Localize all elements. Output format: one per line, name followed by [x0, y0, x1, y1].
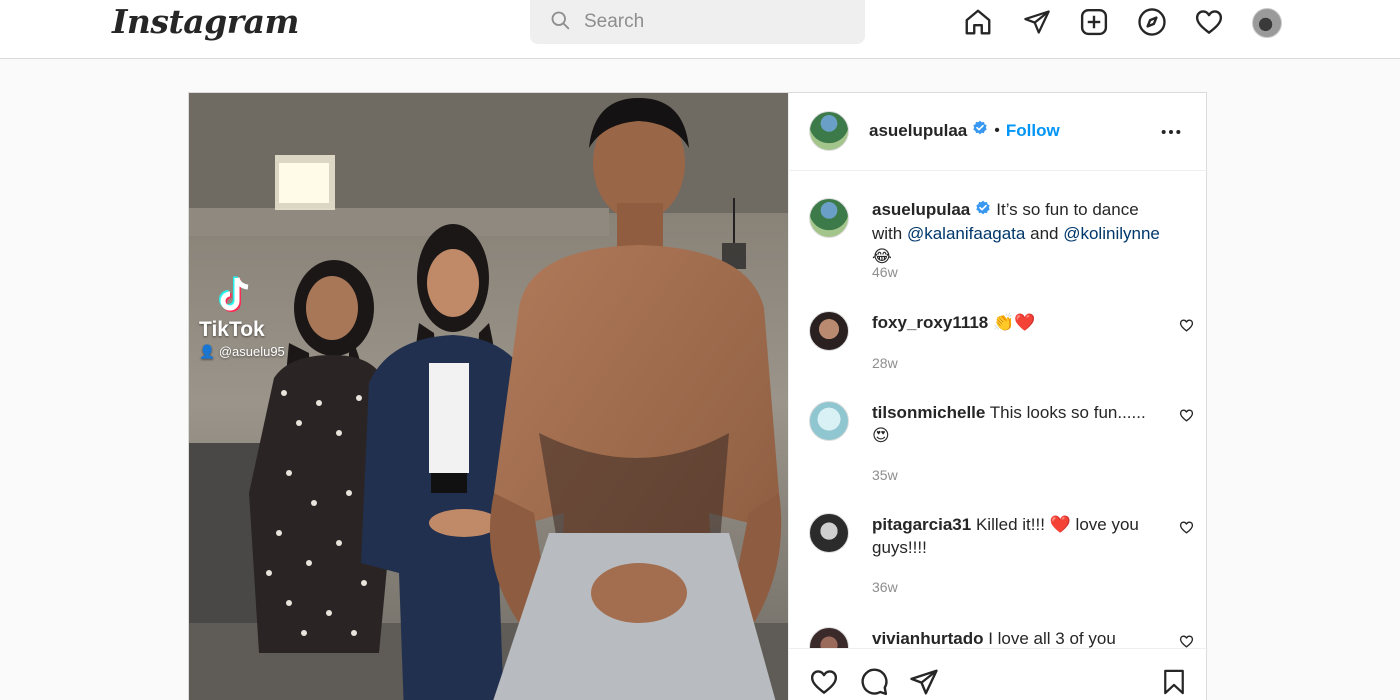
- mention-link[interactable]: @kalanifaagata: [907, 224, 1025, 243]
- like-heart-icon[interactable]: [809, 667, 839, 700]
- new-post-icon[interactable]: [1078, 6, 1110, 38]
- post-photo: [189, 93, 788, 700]
- comment-item: tilsonmichelle This looks so fun...... 😍…: [809, 401, 1194, 491]
- home-icon[interactable]: [962, 6, 994, 38]
- caption-author-avatar[interactable]: [809, 198, 849, 238]
- author-avatar[interactable]: [809, 111, 849, 151]
- post-media[interactable]: TikTok 👤 @asuelu95: [189, 93, 788, 700]
- top-navigation-bar: Instagram: [0, 0, 1400, 59]
- comment-timestamp[interactable]: 35w: [872, 467, 898, 483]
- commenter-avatar[interactable]: [809, 401, 849, 441]
- tiktok-watermark: TikTok 👤 @asuelu95: [199, 275, 285, 360]
- post-actions-bar: [789, 648, 1208, 700]
- tiktok-handle-text: @asuelu95: [218, 344, 285, 359]
- search-input[interactable]: [584, 11, 844, 33]
- post-card: TikTok 👤 @asuelu95 asuelupulaa • Follow: [188, 92, 1208, 700]
- comment-text: vivianhurtado I love all 3 of you: [872, 627, 1172, 648]
- post-caption: asuelupulaa It’s so fun to dance with @ka…: [809, 198, 1194, 288]
- post-header: asuelupulaa • Follow: [789, 93, 1208, 171]
- search-icon: [550, 10, 570, 35]
- comment-emoji: 😍: [872, 426, 890, 445]
- comment-text: pitagarcia31 Killed it!!! ❤️ love you gu…: [872, 513, 1172, 559]
- commenter-avatar[interactable]: [809, 311, 849, 351]
- user-icon: 👤: [199, 344, 216, 359]
- author-info: asuelupulaa • Follow: [869, 120, 1060, 141]
- comment-text: tilsonmichelle This looks so fun...... 😍: [872, 401, 1172, 447]
- tiktok-brand: TikTok: [199, 318, 265, 341]
- share-icon[interactable]: [909, 667, 939, 700]
- more-options-icon[interactable]: [1160, 121, 1182, 148]
- comment-username[interactable]: pitagarcia31: [872, 515, 971, 534]
- caption-timestamp[interactable]: 46w: [872, 264, 898, 280]
- like-comment-heart-icon[interactable]: [1179, 318, 1194, 338]
- comment-timestamp[interactable]: 36w: [872, 579, 898, 595]
- activity-heart-icon[interactable]: [1193, 6, 1225, 38]
- caption-and: and: [1030, 224, 1059, 244]
- tiktok-logo-icon: [217, 275, 285, 318]
- comment-username[interactable]: vivianhurtado: [872, 629, 983, 648]
- comment-timestamp[interactable]: 28w: [872, 355, 898, 371]
- search-bar[interactable]: [530, 0, 865, 44]
- separator-dot: •: [994, 121, 1000, 139]
- post-sidebar: asuelupulaa • Follow asuelupulaa It’s so …: [788, 93, 1208, 700]
- verified-badge-icon: [975, 199, 991, 222]
- save-bookmark-icon[interactable]: [1160, 667, 1188, 700]
- comment-text: foxy_roxy1118 👏❤️: [872, 311, 1172, 334]
- direct-message-icon[interactable]: [1021, 6, 1053, 38]
- like-comment-heart-icon[interactable]: [1179, 408, 1194, 428]
- comment-username[interactable]: tilsonmichelle: [872, 403, 985, 422]
- like-comment-heart-icon[interactable]: [1179, 520, 1194, 540]
- explore-icon[interactable]: [1136, 6, 1168, 38]
- comment-body: 👏❤️: [993, 313, 1036, 332]
- verified-badge-icon: [972, 120, 988, 141]
- instagram-logo[interactable]: Instagram: [112, 2, 299, 41]
- comment-item: vivianhurtado I love all 3 of you: [809, 627, 1194, 648]
- comment-item: foxy_roxy1118 👏❤️ 28w: [809, 311, 1194, 381]
- comment-body: This looks so fun......: [989, 403, 1146, 422]
- comments-list[interactable]: asuelupulaa It’s so fun to dance with @ka…: [789, 172, 1208, 648]
- caption-username[interactable]: asuelupulaa: [872, 200, 970, 219]
- tiktok-handle: 👤 @asuelu95: [199, 344, 285, 360]
- commenter-avatar[interactable]: [809, 513, 849, 553]
- profile-avatar[interactable]: [1252, 8, 1282, 38]
- like-comment-heart-icon[interactable]: [1179, 634, 1194, 648]
- mention-link[interactable]: @kolinilynne: [1063, 224, 1160, 243]
- commenter-avatar[interactable]: [809, 627, 849, 648]
- comment-username[interactable]: foxy_roxy1118: [872, 313, 988, 332]
- comment-bubble-icon[interactable]: [859, 667, 889, 700]
- author-username[interactable]: asuelupulaa: [869, 121, 967, 141]
- caption-text: asuelupulaa It’s so fun to dance with @ka…: [872, 198, 1172, 268]
- follow-button[interactable]: Follow: [1006, 121, 1060, 141]
- comment-item: pitagarcia31 Killed it!!! ❤️ love you gu…: [809, 513, 1194, 603]
- comment-body: I love all 3 of you: [988, 629, 1116, 648]
